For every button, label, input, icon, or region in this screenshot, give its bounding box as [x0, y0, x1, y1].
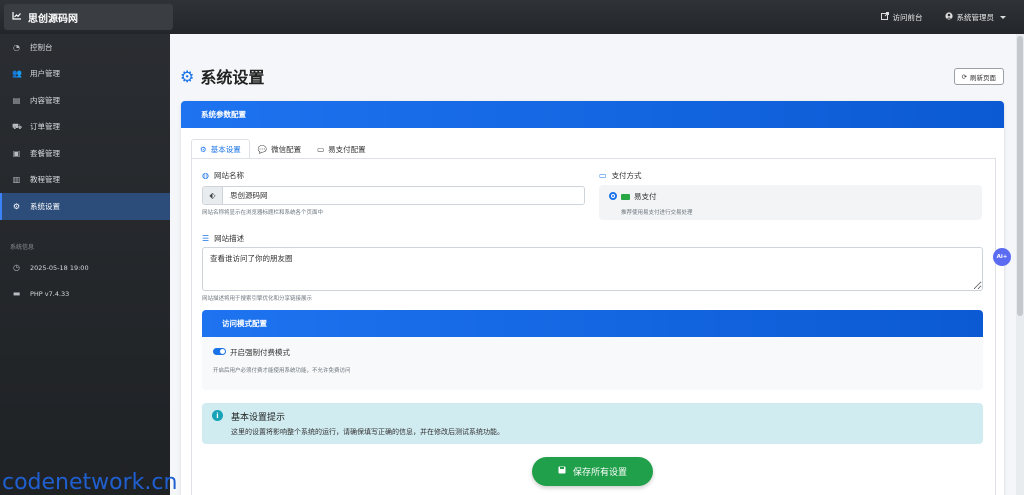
tag-icon: ⬖: [203, 187, 223, 204]
scrollbar-thumb[interactable]: [1017, 36, 1023, 316]
payment-option-label: 易支付: [634, 192, 657, 201]
sidebar-item-label: 订单管理: [30, 122, 60, 132]
brand[interactable]: 思创源码网: [4, 4, 173, 30]
save-all-label: 保存所有设置: [572, 468, 627, 478]
chart-line-icon: [12, 11, 22, 23]
server-icon: ▬: [12, 289, 21, 298]
access-mode-header: 访问模式配置: [202, 310, 983, 337]
external-link-icon: [880, 12, 889, 22]
force-pay-toggle[interactable]: [213, 348, 226, 355]
force-pay-help: 开启后用户必须付费才能使用系统功能，不允许免费访问: [213, 368, 351, 374]
gear-icon: ⚙: [12, 201, 21, 211]
tab-epay[interactable]: ▭ 易支付配置: [309, 139, 374, 159]
site-desc-label-text: 网站描述: [214, 234, 245, 243]
info-icon: i: [212, 410, 223, 421]
top-navbar: 思创源码网 访问前台 系统管理员: [0, 0, 1024, 34]
refresh-button[interactable]: ⟳ 刷新页面: [953, 68, 1004, 85]
sidebar-item-orders[interactable]: ⛟ 订单管理: [0, 114, 170, 141]
sidebar-item-label: 套餐管理: [30, 148, 60, 158]
settings-tabs: ⚙ 基本设置 💬 微信配置 ▭ 易支付配置: [191, 139, 374, 159]
php-version: ▬ PHP v7.4.33: [0, 281, 170, 307]
sidebar-item-label: 系统设置: [30, 201, 60, 211]
payment-option[interactable]: 易支付: [621, 191, 657, 202]
page-title-text: 系统设置: [200, 68, 265, 87]
sidebar-item-content[interactable]: ▤ 内容管理: [0, 87, 170, 114]
sidebar-item-users[interactable]: 👥 用户管理: [0, 61, 170, 88]
payment-label: ▭ 支付方式: [599, 170, 642, 181]
force-pay-label: 开启强制付费模式: [230, 348, 290, 357]
info-alert: i 基本设置提示 这里的设置将影响整个系统的运行，请确保填写正确的信息，并在修改…: [202, 403, 983, 444]
refresh-icon: ⟳: [961, 72, 967, 81]
sidebar-section-title: 系统信息: [10, 243, 35, 251]
site-name-label: ◍ 网站名称: [202, 170, 244, 181]
sidebar-item-label: 用户管理: [30, 69, 60, 79]
tab-label: 微信配置: [271, 144, 302, 154]
sidebar-item-settings[interactable]: ⚙ 系统设置: [0, 193, 170, 220]
sidebar-item-packages[interactable]: ▣ 套餐管理: [0, 140, 170, 167]
sidebar: ◔ 控制台 👥 用户管理 ▤ 内容管理 ⛟ 订单管理 ▣ 套餐管理 ▥ 教程管理 ⚙ 系统设置…: [0, 34, 170, 495]
cart-icon: ⛟: [12, 121, 23, 131]
site-name-input[interactable]: [223, 187, 584, 204]
save-icon: [558, 466, 566, 477]
globe-icon: ◍: [202, 171, 209, 180]
ai-assistant-button[interactable]: Ai+: [993, 248, 1011, 266]
gear-icon: ⚙: [180, 66, 195, 86]
site-name-help: 网站名称将显示在浏览器标题栏和系统各个页面中: [202, 210, 324, 216]
tab-label: 易支付配置: [328, 144, 366, 154]
sidebar-item-label: 内容管理: [30, 95, 60, 105]
visit-front-label: 访问前台: [892, 12, 923, 22]
card-header: 系统参数配置: [181, 101, 1004, 128]
user-circle-icon: [944, 12, 953, 22]
site-name-label-text: 网站名称: [213, 171, 244, 180]
save-all-button[interactable]: 保存所有设置: [532, 457, 653, 486]
clock-icon: ◷: [13, 263, 20, 272]
payment-help: 推荐使用易支付进行交易处理: [621, 210, 693, 216]
credit-card-icon: ▭: [599, 171, 607, 180]
access-mode-card: 访问模式配置 开启强制付费模式 开启后用户必须付费才能使用系统功能，不允许免费访…: [202, 310, 983, 390]
users-icon: 👥: [12, 69, 22, 79]
admin-user-label: 系统管理员: [956, 12, 995, 22]
tab-label: 基本设置: [210, 144, 241, 154]
site-desc-textarea[interactable]: 查看谁访问了你的朋友圈: [202, 247, 983, 291]
book-icon: ▥: [12, 175, 21, 185]
page-title: ⚙ 系统设置: [180, 64, 264, 88]
box-icon: ▣: [12, 148, 21, 158]
alert-text: 这里的设置将影响整个系统的运行，请确保填写正确的信息，并在修改后测试系统功能。: [231, 428, 504, 436]
dashboard-icon: ◔: [13, 42, 20, 52]
payment-option-box: 易支付 推荐使用易支付进行交易处理: [599, 185, 982, 220]
wechat-icon: 💬: [257, 144, 268, 154]
payment-label-text: 支付方式: [611, 171, 642, 180]
system-datetime: ◷ 2025-05-18 19:00: [0, 255, 170, 281]
site-name-field: ⬖: [202, 186, 585, 205]
alert-title: 基本设置提示: [231, 413, 286, 423]
site-desc-label: ☰ 网站描述: [202, 233, 244, 244]
php-version-text: PHP v7.4.33: [30, 289, 70, 298]
watermark: codenetwork.cn: [2, 470, 178, 495]
tab-wechat[interactable]: 💬 微信配置: [250, 139, 309, 159]
money-icon: [621, 193, 630, 200]
money-icon: ▭: [317, 144, 325, 154]
sidebar-item-tutorials[interactable]: ▥ 教程管理: [0, 167, 170, 194]
brand-title: 思创源码网: [28, 13, 78, 25]
datetime-text: 2025-05-18 19:00: [30, 263, 89, 272]
tab-basic[interactable]: ⚙ 基本设置: [191, 139, 250, 159]
align-left-icon: ☰: [202, 234, 210, 243]
admin-user-menu[interactable]: 系统管理员: [944, 12, 1006, 23]
payment-radio-epay[interactable]: [609, 192, 617, 200]
sidebar-item-label: 教程管理: [30, 175, 60, 185]
site-desc-help: 网站描述将用于搜索引擎优化和分享链接展示: [202, 296, 313, 302]
file-icon: ▤: [12, 95, 21, 105]
refresh-label: 刷新页面: [970, 73, 996, 82]
chevron-down-icon: [1000, 15, 1006, 19]
sidebar-item-label: 控制台: [30, 42, 53, 52]
cogs-icon: ⚙: [200, 144, 207, 154]
visit-front-link[interactable]: 访问前台: [880, 12, 923, 23]
sidebar-item-dashboard[interactable]: ◔ 控制台: [0, 34, 170, 61]
